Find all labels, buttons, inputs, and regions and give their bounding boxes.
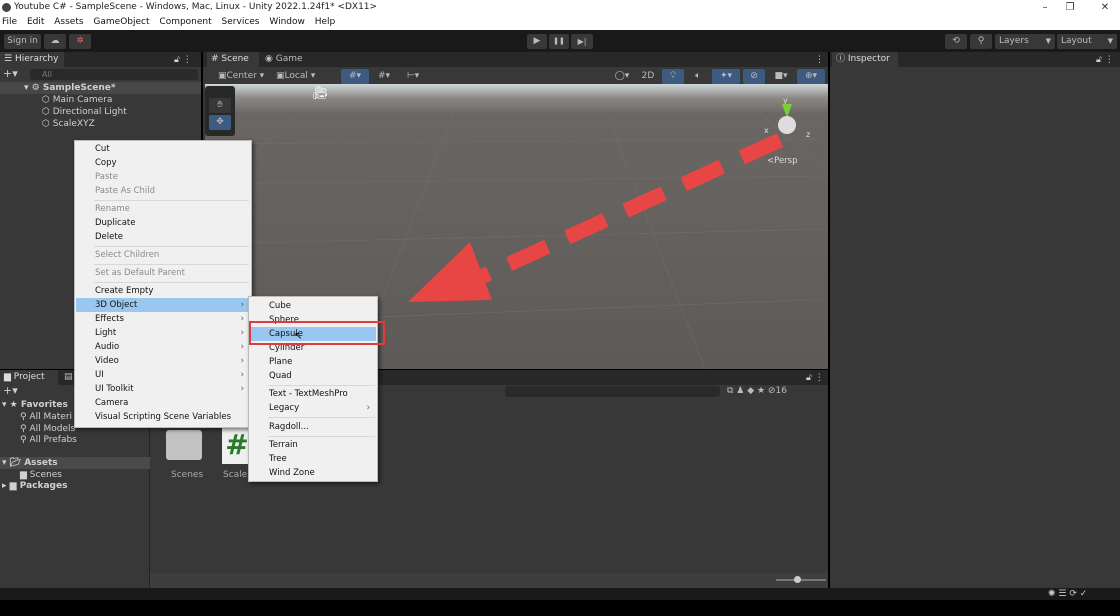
menu-item-paste-as-child[interactable]: Paste As Child	[76, 184, 250, 198]
separator	[94, 264, 249, 265]
menu-item-delete[interactable]: Delete	[76, 230, 250, 244]
item-label: UI	[95, 370, 104, 380]
menu-item-tree[interactable]: Tree	[250, 452, 376, 466]
menu-item-3d-object[interactable]: 3D Object ›	[76, 298, 250, 312]
menu-item-ui[interactable]: UI ›	[76, 368, 250, 382]
menu-item-set-default-parent[interactable]: Set as Default Parent	[76, 266, 250, 280]
separator	[268, 436, 375, 437]
mouse-cursor-icon: ↖	[294, 331, 303, 342]
item-label: Effects	[95, 314, 124, 324]
item-label: 3D Object	[95, 300, 138, 310]
separator	[268, 385, 375, 386]
menu-item-text-textmeshpro[interactable]: Text - TextMeshPro	[250, 387, 376, 401]
separator	[94, 200, 249, 201]
menu-item-paste[interactable]: Paste	[76, 170, 250, 184]
menu-item-copy[interactable]: Copy	[76, 156, 250, 170]
menu-item-ui-toolkit[interactable]: UI Toolkit ›	[76, 382, 250, 396]
menu-item-ragdoll[interactable]: Ragdoll...	[250, 420, 376, 434]
menu-item-select-children[interactable]: Select Children	[76, 248, 250, 262]
menu-item-create-empty[interactable]: Create Empty	[76, 284, 250, 298]
arrow-head	[408, 242, 492, 302]
menu-item-duplicate[interactable]: Duplicate	[76, 216, 250, 230]
menu-item-wind-zone[interactable]: Wind Zone	[250, 466, 376, 480]
separator	[268, 417, 375, 418]
separator	[94, 246, 249, 247]
menu-item-camera[interactable]: Camera	[76, 396, 250, 410]
highlight-box	[249, 321, 385, 345]
menu-item-effects[interactable]: Effects ›	[76, 312, 250, 326]
menu-item-cube[interactable]: Cube	[250, 299, 376, 313]
item-label: UI Toolkit	[95, 384, 134, 394]
item-label: Audio	[95, 342, 120, 352]
menu-item-audio[interactable]: Audio ›	[76, 340, 250, 354]
item-label: Video	[95, 356, 119, 366]
menu-item-legacy[interactable]: Legacy ›	[250, 401, 376, 415]
menu-item-visual-scripting-scene-variables[interactable]: Visual Scripting Scene Variables	[76, 410, 250, 424]
menu-item-video[interactable]: Video ›	[76, 354, 250, 368]
arrow-shaft	[466, 133, 784, 289]
menu-item-quad[interactable]: Quad	[250, 369, 376, 383]
item-label: Light	[95, 328, 117, 338]
menu-item-cut[interactable]: Cut	[76, 142, 250, 156]
context-menu: Cut Copy Paste Paste As Child Rename Dup…	[74, 140, 252, 428]
menu-item-rename[interactable]: Rename	[76, 202, 250, 216]
separator	[94, 282, 249, 283]
menu-item-terrain[interactable]: Terrain	[250, 438, 376, 452]
item-label: Legacy	[269, 403, 300, 413]
menu-item-plane[interactable]: Plane	[250, 355, 376, 369]
menu-item-light[interactable]: Light ›	[76, 326, 250, 340]
